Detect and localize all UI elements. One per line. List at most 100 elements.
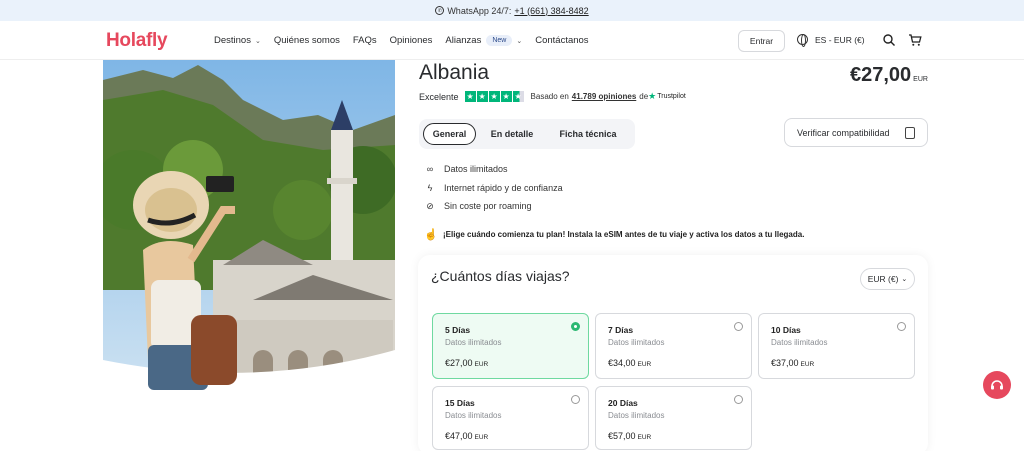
destination-photo — [103, 60, 395, 398]
verify-compatibility-button[interactable]: Verificar compatibilidad — [784, 118, 928, 147]
holafly-logo[interactable]: Holafly — [106, 30, 168, 52]
support-chat-button[interactable] — [983, 371, 1011, 399]
feature-item: ϟ Internet rápido y de confianza — [424, 179, 563, 198]
plan-radio[interactable] — [571, 322, 580, 331]
chevron-down-icon: ⌄ — [901, 276, 908, 283]
days-card-title: ¿Cuántos días viajas? — [431, 268, 570, 284]
language-selector[interactable]: ES - EUR (€) — [797, 34, 865, 47]
tab-general[interactable]: General — [423, 123, 476, 145]
plan-radio[interactable] — [897, 322, 906, 331]
whatsapp-label: WhatsApp 24/7: — [447, 5, 512, 16]
infinity-icon: ∞ — [426, 164, 434, 175]
de-label: de — [639, 92, 649, 101]
plan-data: Datos ilimitados — [608, 411, 665, 420]
rating-row: Excelente ★ ★ ★ ★ ★ Basado en 41.789 opinion… — [419, 91, 686, 102]
plan-data: Datos ilimitados — [445, 411, 502, 420]
tab-en-detalle[interactable]: En detalle — [476, 123, 548, 145]
plan-price-value: €57,00 — [608, 431, 636, 441]
plan-option-10-days[interactable]: 10 Días Datos ilimitados €37,00 EUR — [758, 313, 915, 379]
currency-select[interactable]: EUR (€) ⌄ — [860, 268, 915, 290]
nav-opiniones[interactable]: Opiniones — [390, 35, 433, 46]
main-nav: Destinos ⌄ Quiénes somos FAQs Opiniones A… — [214, 21, 602, 60]
currency-select-value: EUR (€) — [867, 274, 899, 284]
plan-price-currency: EUR — [474, 361, 489, 368]
plan-option-20-days[interactable]: 20 Días Datos ilimitados €57,00 EUR — [595, 386, 752, 450]
plan-option-5-days[interactable]: 5 Días Datos ilimitados €27,00 EUR — [432, 313, 589, 379]
star-half-icon: ★ — [512, 91, 524, 102]
feature-item: ⊘ Sin coste por roaming — [424, 197, 563, 216]
plan-price-value: €34,00 — [608, 358, 636, 368]
search-icon[interactable] — [882, 33, 896, 47]
star-icon: ★ — [488, 91, 500, 102]
plan-radio[interactable] — [734, 395, 743, 404]
plan-data: Datos ilimitados — [771, 338, 828, 347]
nav-contactanos[interactable]: Contáctanos — [535, 35, 588, 46]
plan-price-value: €47,00 — [445, 431, 473, 441]
based-on-label: Basado en — [530, 92, 569, 101]
plan-days: 20 Días — [608, 398, 638, 408]
feature-item: ∞ Datos ilimitados — [424, 160, 563, 179]
star-icon: ★ — [476, 91, 488, 102]
plan-days: 7 Días — [608, 325, 634, 335]
chevron-down-icon: ⌄ — [516, 37, 523, 45]
plan-price-currency: EUR — [637, 361, 652, 368]
plan-data: Datos ilimitados — [608, 338, 665, 347]
activation-note: ☝ ¡Elige cuándo comienza tu plan! Instal… — [424, 228, 804, 241]
product-tabs: General En detalle Ficha técnica — [419, 119, 635, 149]
trustpilot-logo: Trustpilot — [648, 91, 686, 102]
features-list: ∞ Datos ilimitados ϟ Internet rápido y de … — [424, 160, 563, 216]
price-currency: EUR — [913, 76, 928, 83]
feature-label: Internet rápido y de confianza — [444, 182, 563, 193]
tab-ficha-tecnica[interactable]: Ficha técnica — [548, 123, 628, 145]
plan-price-currency: EUR — [474, 434, 489, 441]
plan-option-7-days[interactable]: 7 Días Datos ilimitados €34,00 EUR — [595, 313, 752, 379]
cart-icon[interactable] — [908, 33, 922, 47]
nav-alianzas-label: Alianzas — [445, 35, 482, 46]
plan-days: 5 Días — [445, 325, 471, 335]
feature-label: Datos ilimitados — [444, 164, 508, 175]
new-badge: New — [486, 35, 513, 46]
whatsapp-phone-link[interactable]: +1 (661) 384-8482 — [514, 6, 588, 16]
plan-price-value: €37,00 — [771, 358, 799, 368]
plan-price: €57,00 EUR — [608, 431, 739, 441]
chevron-down-icon: ⌄ — [254, 37, 261, 45]
price-value: €27,00 — [850, 64, 912, 86]
plan-days: 10 Días — [771, 325, 801, 335]
nav-destinos[interactable]: Destinos ⌄ — [214, 35, 261, 46]
star-icon: ★ — [464, 91, 476, 102]
plan-price-currency: EUR — [637, 434, 652, 441]
rating-stars: ★ ★ ★ ★ ★ — [464, 91, 525, 102]
language-label: ES - EUR (€) — [815, 34, 865, 45]
no-roaming-icon: ⊘ — [426, 200, 434, 211]
login-button[interactable]: Entrar — [738, 30, 785, 52]
plan-price: €34,00 EUR — [608, 358, 739, 368]
site-header: Holafly Destinos ⌄ Quiénes somos FAQs Opi… — [0, 21, 1024, 60]
star-icon: ★ — [500, 91, 512, 102]
bolt-icon: ϟ — [427, 182, 433, 193]
verify-label: Verificar compatibilidad — [797, 127, 890, 138]
plan-radio[interactable] — [734, 322, 743, 331]
plan-price-currency: EUR — [800, 361, 815, 368]
plan-price: €27,00 EUR — [445, 358, 576, 368]
plan-option-15-days[interactable]: 15 Días Datos ilimitados €47,00 EUR — [432, 386, 589, 450]
product-title: Albania — [419, 61, 490, 84]
plan-price: €37,00 EUR — [771, 358, 902, 368]
chat-icon — [991, 380, 1003, 390]
whatsapp-bar: ✆ WhatsApp 24/7: +1 (661) 384-8482 — [0, 0, 1024, 21]
hand-pointer-icon: ☝ — [424, 229, 438, 241]
globe-icon — [797, 34, 808, 47]
rating-label: Excelente — [419, 91, 459, 102]
nav-quienes-somos[interactable]: Quiénes somos — [274, 35, 340, 46]
reviews-link[interactable]: 41.789 opiniones — [572, 92, 636, 101]
nav-alianzas[interactable]: Alianzas New ⌄ — [445, 35, 522, 46]
plan-radio[interactable] — [571, 395, 580, 404]
plan-price-value: €27,00 — [445, 358, 473, 368]
activation-note-text: ¡Elige cuándo comienza tu plan! Instala … — [443, 230, 805, 239]
product-price: €27,00 EUR — [850, 64, 928, 87]
plan-days: 15 Días — [445, 398, 475, 408]
plan-price: €47,00 EUR — [445, 431, 576, 441]
phone-check-icon — [905, 127, 915, 139]
plan-data: Datos ilimitados — [445, 338, 502, 347]
whatsapp-icon: ✆ — [435, 6, 445, 15]
nav-faqs[interactable]: FAQs — [353, 35, 377, 46]
